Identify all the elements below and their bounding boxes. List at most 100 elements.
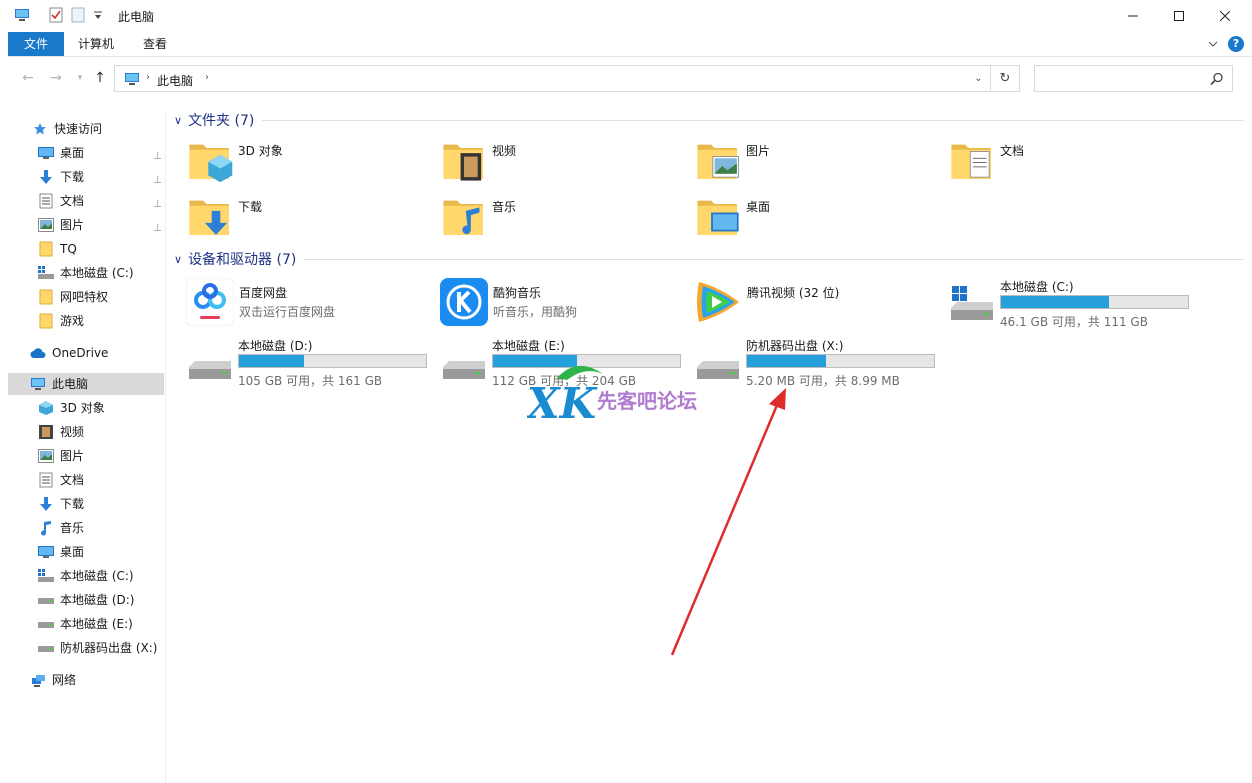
folder-icon — [948, 136, 996, 188]
new-folder-icon[interactable] — [70, 7, 86, 23]
folder-tile-6[interactable]: 桌面 — [694, 192, 934, 244]
sidebar-onedrive[interactable]: OneDrive — [30, 342, 186, 364]
sidebar-item-quick-6[interactable]: 网吧特权 — [38, 286, 166, 308]
sidebar-item-pc-3[interactable]: 文档 — [38, 469, 164, 491]
sidebar-item-pc-4[interactable]: 下载 — [38, 493, 164, 515]
drive-name: 本地磁盘 (E:) — [492, 339, 565, 353]
kugou-music-icon — [440, 278, 488, 326]
folder-tile-3[interactable]: 文档 — [948, 136, 1188, 188]
sidebar-label: 桌面 — [60, 545, 85, 559]
group-title: 文件夹 (7) — [188, 113, 255, 129]
minimize-icon — [1128, 15, 1138, 16]
folder-tile-0[interactable]: 3D 对象 — [186, 136, 426, 188]
up-button[interactable]: ↑ — [90, 68, 110, 88]
search-input[interactable] — [1034, 65, 1233, 92]
sidebar-item-quick-0[interactable]: 桌面 ⊥ — [38, 142, 166, 164]
folder-icon — [694, 136, 742, 188]
sidebar-label: 本地磁盘 (E:) — [60, 617, 133, 631]
customize-dropdown-icon[interactable] — [90, 7, 106, 23]
background-window-edge — [0, 0, 8, 783]
folder-tile-2[interactable]: 图片 — [694, 136, 934, 188]
sidebar-item-pc-0[interactable]: 3D 对象 — [38, 397, 164, 419]
sidebar-network[interactable]: 网络 — [30, 669, 186, 691]
watermark-logo: XK 先客吧论坛 — [524, 360, 737, 428]
tab-file[interactable]: 文件 — [8, 32, 64, 56]
chevron-down-icon: ∨ — [174, 113, 183, 127]
pin-icon[interactable]: ⊥ — [153, 146, 162, 168]
sidebar-item-quick-1[interactable]: 下载 ⊥ — [38, 166, 166, 188]
hard-drive-icon — [186, 345, 234, 388]
folder-tile-1[interactable]: 视频 — [440, 136, 680, 188]
sidebar-item-pc-5[interactable]: 音乐 — [38, 517, 164, 539]
video-icon — [38, 424, 54, 440]
minimize-button[interactable] — [1110, 0, 1156, 31]
pin-icon[interactable]: ⊥ — [153, 170, 162, 192]
drive-tile-0[interactable]: 本地磁盘 (C:) 46.1 GB 可用，共 111 GB — [948, 278, 1193, 330]
close-icon — [1220, 10, 1230, 21]
sidebar-item-quick-2[interactable]: 文档 ⊥ — [38, 190, 166, 212]
close-button[interactable] — [1202, 0, 1248, 31]
sidebar-item-quick-5[interactable]: 本地磁盘 (C:) — [38, 262, 166, 284]
navigation-pane: 快速访问 桌面 ⊥ 下载 ⊥ 文档 ⊥ 图片 ⊥ TQ 本地磁盘 (C:) 网吧特权 游戏 OneDr… — [8, 110, 166, 783]
expand-ribbon-icon[interactable] — [1208, 39, 1218, 49]
breadcrumb-chevron-icon[interactable]: › — [205, 72, 209, 83]
help-icon[interactable]: ? — [1228, 36, 1244, 52]
breadcrumb-this-pc[interactable]: 此电脑 — [157, 72, 193, 89]
maximize-button[interactable] — [1156, 0, 1202, 31]
group-header-devices[interactable]: ∨ 设备和驱动器 (7) — [174, 249, 1244, 269]
search-icon — [1210, 72, 1223, 86]
sidebar-item-pc-1[interactable]: 视频 — [38, 421, 164, 443]
folder-tile-4[interactable]: 下载 — [186, 192, 426, 244]
sidebar-label: 游戏 — [60, 314, 85, 328]
sidebar-item-pc-8[interactable]: 本地磁盘 (D:) — [38, 589, 164, 611]
sidebar-item-pc-9[interactable]: 本地磁盘 (E:) — [38, 613, 164, 635]
cloud-icon — [30, 345, 46, 361]
tab-computer[interactable]: 计算机 — [66, 32, 126, 56]
app-name: 腾讯视频 (32 位) — [747, 286, 840, 300]
properties-icon[interactable] — [48, 7, 64, 23]
app-description: 听音乐，用酷狗 — [493, 305, 578, 319]
sidebar-item-pc-6[interactable]: 桌面 — [38, 541, 164, 563]
drive-free-space: 105 GB 可用，共 161 GB — [238, 374, 383, 388]
local-disk-icon — [38, 568, 54, 584]
sidebar-label: 桌面 — [60, 146, 85, 160]
sidebar-item-pc-2[interactable]: 图片 — [38, 445, 164, 467]
sidebar-item-pc-10[interactable]: 防机器码出盘 (X:) — [38, 637, 164, 659]
local-disk-icon — [38, 265, 54, 281]
forward-button[interactable]: → — [46, 68, 66, 88]
sidebar-item-quick-7[interactable]: 游戏 — [38, 310, 166, 332]
network-icon — [30, 672, 46, 688]
sidebar-label: TQ — [60, 242, 77, 256]
pin-icon[interactable]: ⊥ — [153, 218, 162, 240]
folder-name: 文档 — [1000, 144, 1025, 158]
sidebar-label: 视频 — [60, 425, 85, 439]
address-history-dropdown[interactable]: ⌄ — [966, 65, 991, 92]
back-button[interactable]: ← — [18, 68, 38, 88]
drive-icon — [38, 640, 54, 656]
refresh-button[interactable]: ↻ — [991, 65, 1020, 92]
folder-icon — [38, 289, 54, 305]
sidebar-label: 此电脑 — [52, 377, 89, 391]
folder-icon — [186, 192, 234, 244]
sidebar-item-quick-3[interactable]: 图片 ⊥ — [38, 214, 166, 236]
app-name: 百度网盘 — [239, 286, 288, 300]
sidebar-label: 音乐 — [60, 521, 85, 535]
xk-logo-icon: XK 先客吧论坛 — [524, 365, 697, 428]
folder-name: 下载 — [238, 200, 263, 214]
sidebar-label: 本地磁盘 (C:) — [60, 569, 134, 583]
tab-view[interactable]: 查看 — [131, 32, 179, 56]
drive-tile-1[interactable]: 本地磁盘 (D:) 105 GB 可用，共 161 GB — [186, 337, 431, 389]
drive-free-space: 5.20 MB 可用，共 8.99 MB — [746, 374, 900, 388]
folder-tile-5[interactable]: 音乐 — [440, 192, 680, 244]
breadcrumb-chevron-icon: › — [146, 72, 150, 83]
sidebar-this-pc[interactable]: 此电脑 — [8, 373, 164, 395]
drive-usage-fill — [239, 355, 305, 367]
address-bar[interactable]: › 此电脑 › — [114, 65, 991, 92]
group-header-folders[interactable]: ∨ 文件夹 (7) — [174, 110, 1244, 130]
pin-icon[interactable]: ⊥ — [153, 194, 162, 216]
sidebar-quick-access[interactable]: 快速访问 — [32, 118, 188, 140]
app-name: 酷狗音乐 — [493, 286, 542, 300]
sidebar-item-quick-4[interactable]: TQ — [38, 238, 166, 260]
recent-locations-button[interactable]: ▾ — [70, 68, 90, 88]
sidebar-item-pc-7[interactable]: 本地磁盘 (C:) — [38, 565, 164, 587]
